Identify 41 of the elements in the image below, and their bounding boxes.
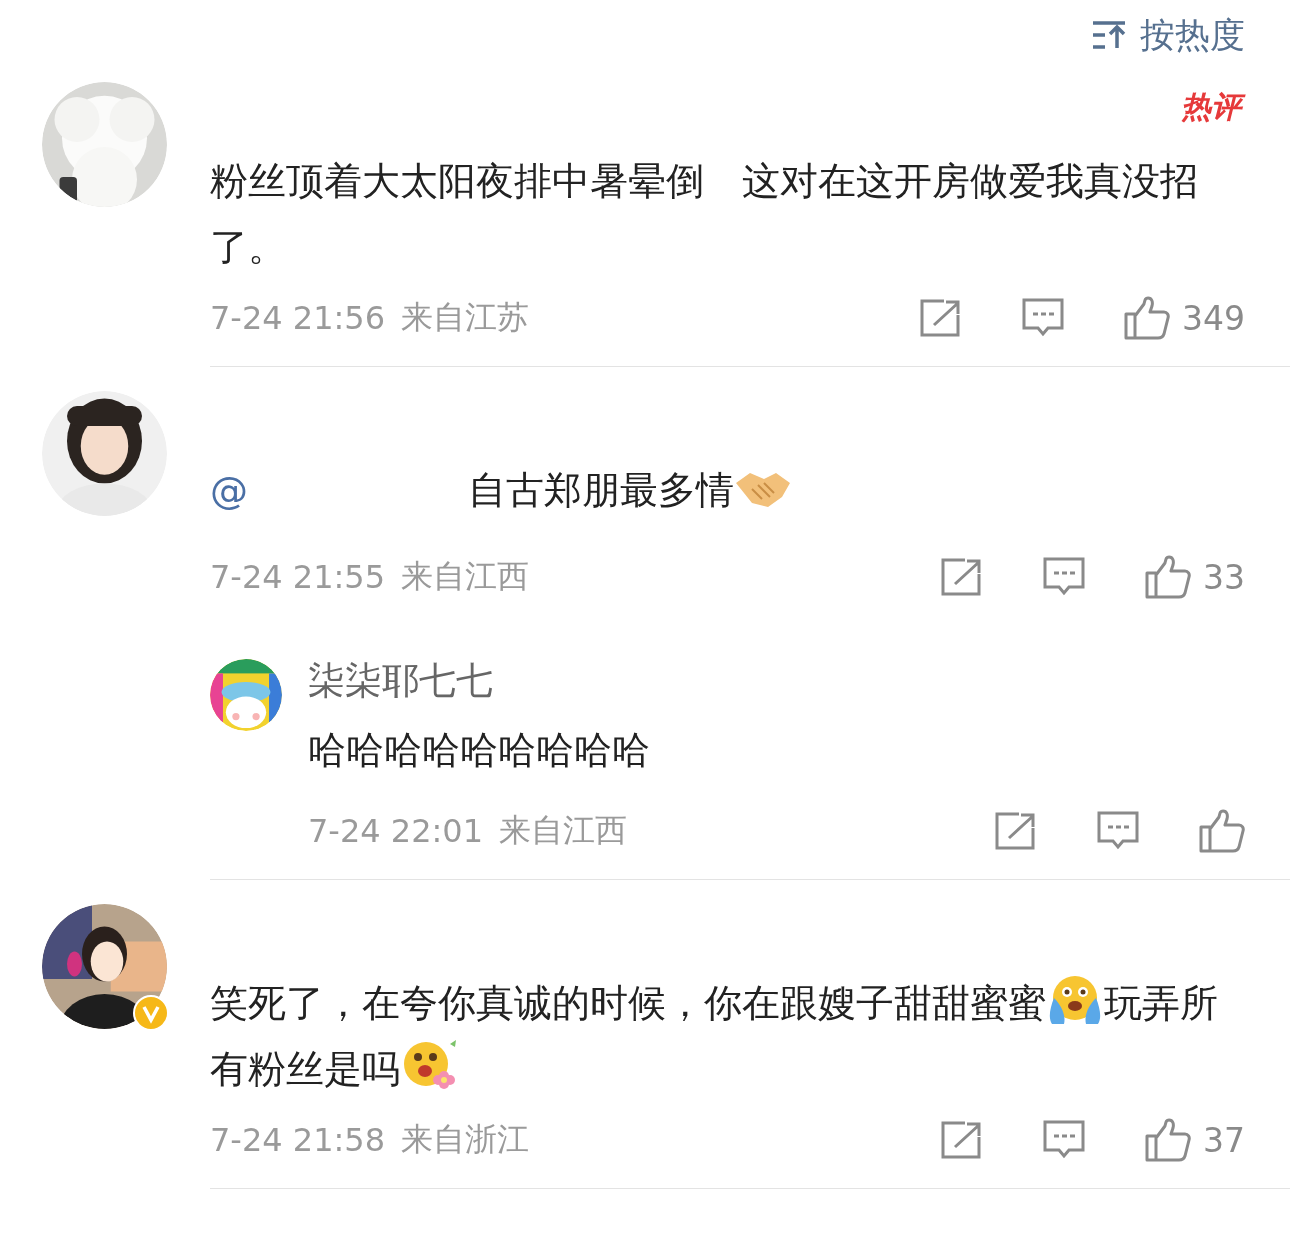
sort-button[interactable]: 按热度 [1092, 12, 1245, 58]
comment-button[interactable] [1043, 557, 1085, 597]
like-button[interactable] [1199, 809, 1245, 853]
hot-comment-label: 热评 [1177, 87, 1245, 127]
comment-icon [1043, 557, 1085, 597]
share-button[interactable] [995, 812, 1037, 850]
like-button[interactable]: 349 [1124, 296, 1245, 340]
share-icon [941, 558, 983, 596]
post-time: 7-24 21:58 [210, 1121, 385, 1159]
comment-button[interactable] [1022, 298, 1064, 338]
like-button[interactable]: 37 [1145, 1118, 1245, 1162]
location: 来自江西 [499, 810, 627, 851]
user-name[interactable]: 柒柒耶七七 [308, 656, 493, 706]
share-icon [995, 812, 1037, 850]
share-button[interactable] [941, 558, 983, 596]
comment-icon [1097, 811, 1139, 851]
post-time: 7-24 22:01 [308, 812, 483, 850]
comment-text: 笑死了，在夸你真诚的时候，你在跟嫂子甜甜蜜蜜 玩弄所有粉丝是吗 [210, 970, 1245, 1102]
comment-button[interactable] [1043, 1120, 1085, 1160]
share-icon [941, 1121, 983, 1159]
share-icon [920, 299, 962, 337]
like-button[interactable]: 33 [1145, 555, 1245, 599]
comment-text: @ 自古郑朋最多情 [210, 457, 1245, 523]
sort-icon [1092, 20, 1128, 50]
mention-link[interactable]: @ [210, 468, 248, 512]
thumbs-up-icon [1145, 555, 1191, 599]
post-time: 7-24 21:55 [210, 558, 385, 596]
thumbs-up-icon [1145, 1118, 1191, 1162]
location: 来自浙江 [401, 1119, 529, 1160]
thumbs-up-icon [1124, 296, 1170, 340]
thumbs-up-icon [1199, 809, 1245, 853]
share-button[interactable] [941, 1121, 983, 1159]
reply-text: 哈哈哈哈哈哈哈哈哈 [308, 727, 651, 774]
location: 来自江西 [401, 556, 529, 597]
comment-button[interactable] [1097, 811, 1139, 851]
comment-icon [1043, 1120, 1085, 1160]
post-time: 7-24 21:56 [210, 299, 385, 337]
share-button[interactable] [920, 299, 962, 337]
comment-text: 粉丝顶着大太阳夜排中暑晕倒 这对在这开房做爱我真没招了。 [210, 158, 1199, 271]
comment-icon [1022, 298, 1064, 338]
location: 来自江苏 [401, 297, 529, 338]
